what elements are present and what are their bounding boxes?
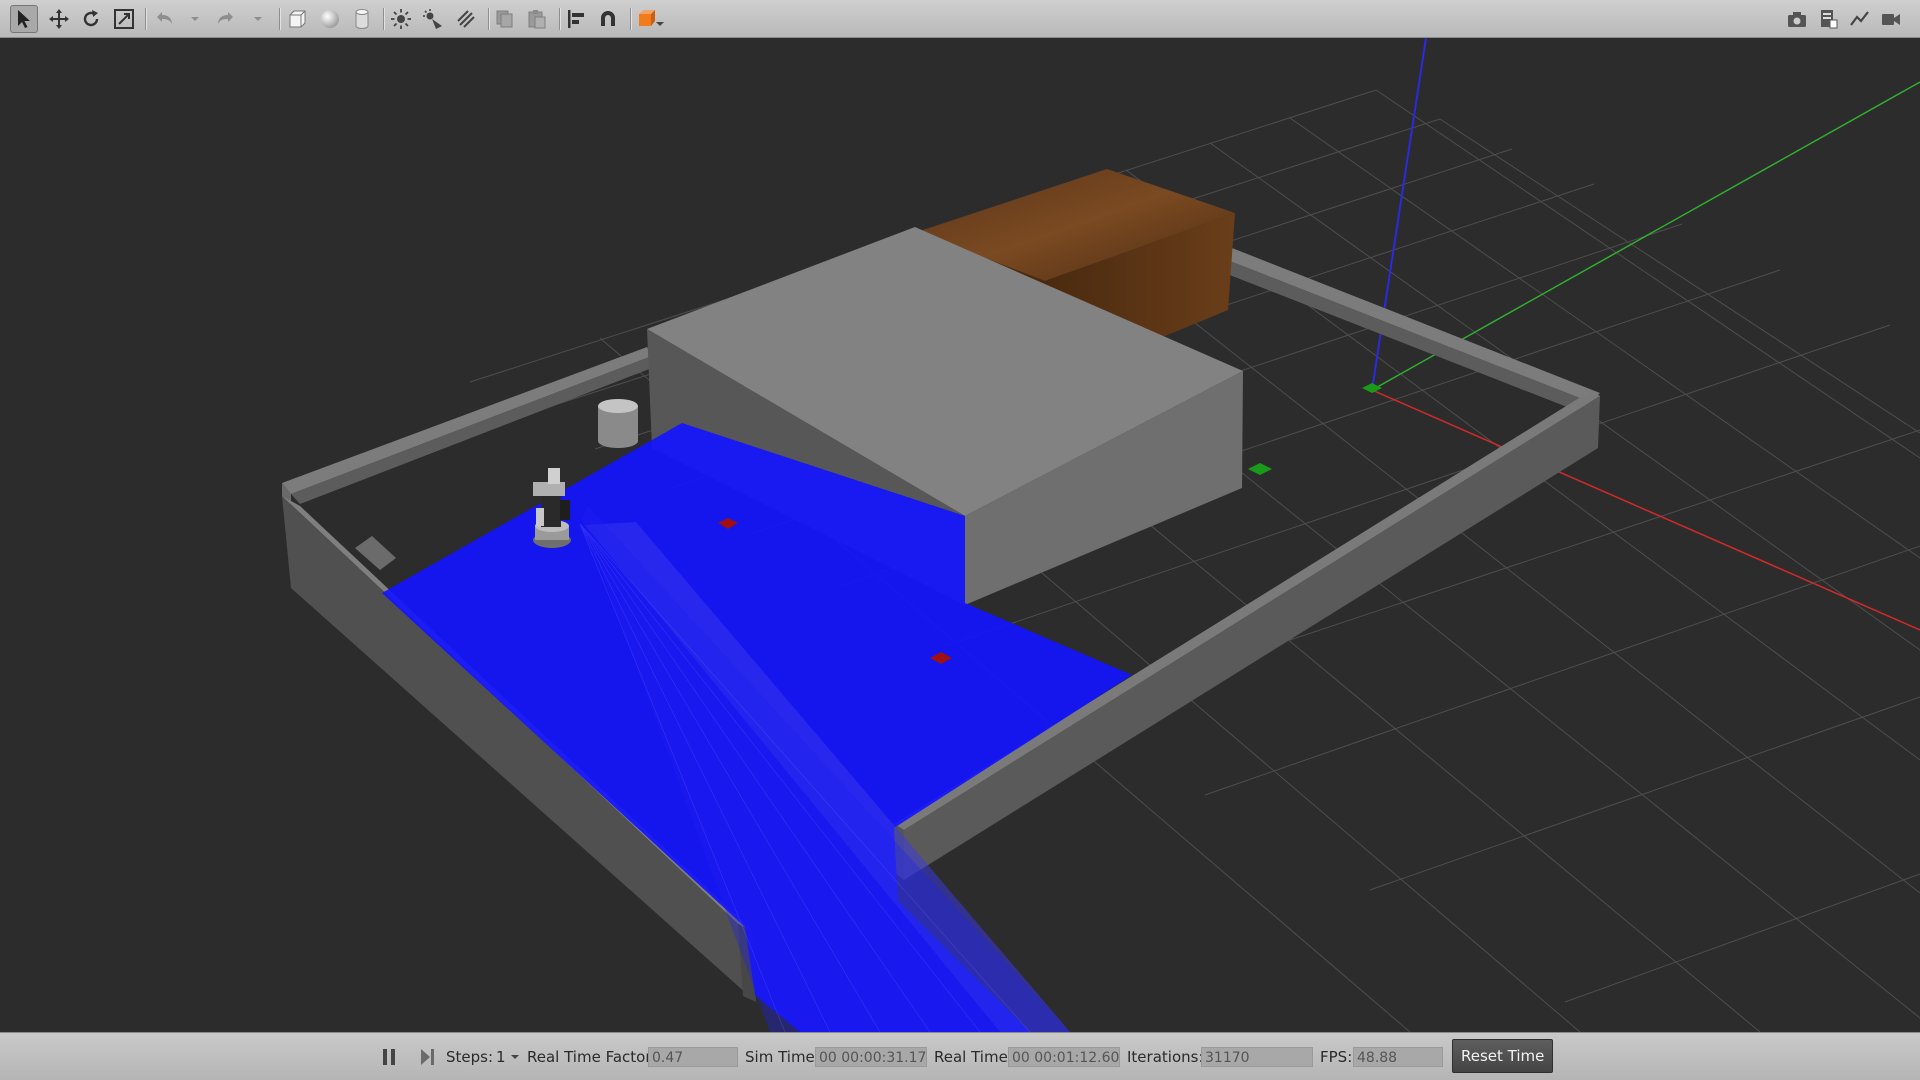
real-time-factor-field: 0.47	[648, 1047, 738, 1067]
snap-icon[interactable]	[594, 5, 622, 33]
robot-model	[533, 468, 571, 548]
box-shape-icon[interactable]	[283, 5, 311, 33]
align-icon[interactable]	[562, 5, 590, 33]
steps-chevron-down-icon	[510, 1055, 519, 1059]
point-light-icon[interactable]	[387, 5, 415, 33]
undo-history-chevron-down-icon[interactable]	[190, 5, 200, 33]
toolbar-separator	[145, 8, 147, 30]
cylinder-obstacle	[598, 399, 638, 448]
toolbar-separator	[559, 8, 561, 30]
scene-render[interactable]	[0, 38, 1920, 1032]
screenshot-icon[interactable]	[1783, 5, 1811, 33]
translate-mode-icon[interactable]	[45, 5, 73, 33]
video-record-icon[interactable]	[1877, 5, 1905, 33]
scale-mode-icon[interactable]	[110, 5, 138, 33]
spot-light-icon[interactable]	[419, 5, 447, 33]
rotate-mode-icon[interactable]	[77, 5, 105, 33]
fps-label: FPS:	[1320, 1048, 1353, 1066]
sphere-shape-icon[interactable]	[316, 5, 344, 33]
world-axes	[1371, 38, 1920, 631]
toolbar-separator	[279, 8, 281, 30]
steps-label: Steps:	[446, 1048, 494, 1066]
pause-icon	[383, 1049, 395, 1065]
gazebo-window: Steps: 1 Real Time Factor: 0.47 Sim Time…	[0, 0, 1920, 1080]
paste-icon[interactable]	[523, 5, 551, 33]
toolbar-separator	[488, 8, 490, 30]
iterations-field: 31170	[1201, 1047, 1313, 1067]
sim-time-field: 00 00:00:31.170	[815, 1047, 927, 1067]
top-toolbar	[0, 0, 1920, 38]
steps-value: 1	[496, 1048, 506, 1066]
status-bar: Steps: 1 Real Time Factor: 0.47 Sim Time…	[0, 1032, 1920, 1080]
toolbar-separator	[383, 8, 385, 30]
log-icon[interactable]	[1814, 5, 1842, 33]
directional-light-icon[interactable]	[452, 5, 480, 33]
select-mode-icon[interactable]	[10, 5, 38, 33]
toolbar-separator	[630, 8, 632, 30]
reset-time-button[interactable]: Reset Time	[1452, 1039, 1554, 1073]
undo-icon[interactable]	[150, 5, 178, 33]
real-time-factor-label: Real Time Factor:	[527, 1048, 657, 1066]
real-time-label: Real Time:	[934, 1048, 1013, 1066]
cylinder-shape-icon[interactable]	[348, 5, 376, 33]
iterations-label: Iterations:	[1127, 1048, 1204, 1066]
step-button[interactable]	[418, 1033, 436, 1080]
view-angle-chevron-down-icon[interactable]	[655, 10, 665, 38]
pause-button[interactable]	[380, 1033, 398, 1080]
real-time-field: 00 00:01:12.602	[1008, 1047, 1120, 1067]
fps-field: 48.88	[1353, 1047, 1443, 1067]
3d-viewport[interactable]	[0, 38, 1920, 1032]
plot-icon[interactable]	[1846, 5, 1874, 33]
sim-time-label: Sim Time:	[745, 1048, 820, 1066]
step-forward-icon	[421, 1049, 434, 1065]
redo-icon[interactable]	[212, 5, 240, 33]
copy-icon[interactable]	[491, 5, 519, 33]
steps-spinbox[interactable]: 1	[496, 1033, 520, 1080]
redo-history-chevron-down-icon[interactable]	[253, 5, 263, 33]
